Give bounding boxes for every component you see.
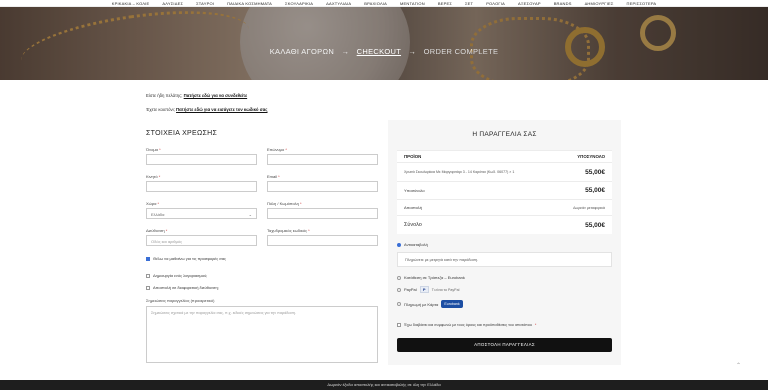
nav-item[interactable]: ΒΕΡΕΣ: [438, 1, 452, 6]
first-name-label: Όνομα *: [146, 147, 161, 152]
eurobank-logo-icon: Eurobank: [441, 300, 463, 308]
order-item-row: Χρυσά Σκουλαρίκια Με Μαργαριτάρι 3 - 14 …: [397, 162, 612, 181]
address-label: Διεύθυνση *: [146, 228, 168, 233]
payment-card-option[interactable]: Πληρωμή με Κάρτα Eurobank: [397, 300, 463, 308]
order-table-header: ΠΡΟΪΟΝ ΥΠΟΣΥΝΟΛΟ: [397, 150, 612, 162]
nav-item[interactable]: BRANDS: [554, 1, 572, 6]
city-label: Πόλη / Κωμόπολη *: [267, 201, 302, 206]
arrow-right-icon: →: [341, 47, 350, 56]
login-link[interactable]: Πατήστε εδώ για να συνδεθείτε: [184, 93, 247, 98]
mobile-field[interactable]: [146, 181, 257, 192]
breadcrumb-cart[interactable]: ΚΑΛΑΘΙ ΑΓΟΡΩΝ: [270, 47, 334, 56]
required-marker: *: [534, 323, 537, 327]
radio-icon: [397, 287, 401, 292]
order-notes-textarea[interactable]: Σημειώσεις σχετικά με την παραγγελία σας…: [146, 306, 378, 363]
last-name-label: Επώνυμο *: [267, 147, 287, 152]
coupon-link[interactable]: Πατήστε εδώ για να εισάγετε τον κωδικό σ…: [176, 107, 267, 112]
checkout-breadcrumb: ΚΑΛΑΘΙ ΑΓΟΡΩΝ → CHECKOUT → ORDER COMPLET…: [0, 47, 768, 56]
total-row: Σύνολο 55,00€: [397, 215, 612, 234]
country-select[interactable]: Ελλάδα ⌄: [146, 208, 257, 219]
checkbox-checked-icon: [146, 256, 150, 261]
postcode-label: Ταχυδρομικός κωδικός *: [267, 228, 310, 233]
shipping-info-bar: Δωρεάν έξοδα αποστολής και αντικαταβολής…: [0, 380, 768, 390]
order-item-price: 55,00€: [585, 168, 605, 176]
shipping-label: Αποστολή: [404, 205, 422, 210]
terms-checkbox[interactable]: Έχω διαβάσει και συμφωνώ με τους όρους κ…: [397, 323, 536, 327]
checkbox-icon: [146, 285, 150, 290]
checkbox-icon: [146, 273, 150, 278]
subtotal-row: Υποσύνολο 55,00€: [397, 181, 612, 199]
breadcrumb-order-complete: ORDER COMPLETE: [423, 47, 499, 56]
login-notice: Είστε ήδη πελάτης; Πατήστε εδώ για να συ…: [146, 93, 247, 98]
postcode-field[interactable]: [267, 235, 378, 246]
payment-paypal-option[interactable]: PayPal P Τι είναι το PayPal: [397, 286, 459, 293]
nav-item[interactable]: ΑΛΥΣΙΔΕΣ: [162, 1, 183, 6]
chevron-down-icon: ⌄: [248, 212, 252, 217]
total-label: Σύνολο: [404, 222, 422, 228]
nav-item[interactable]: ΣΕΤ: [465, 1, 473, 6]
nav-item[interactable]: ΣΤΑΥΡΟΙ: [196, 1, 214, 6]
nav-item[interactable]: ΔΑΧΤΥΛΙΔΙΑ: [326, 1, 351, 6]
breadcrumb-checkout[interactable]: CHECKOUT: [357, 47, 401, 56]
country-value: Ελλάδα: [151, 212, 165, 217]
email-field[interactable]: [267, 181, 378, 192]
payment-cod-description: Πληρώνετε με μετρητά κατά την παράδοση.: [397, 252, 612, 267]
terms-label: Έχω διαβάσει και συμφωνώ με τους όρους κ…: [404, 323, 532, 327]
order-item-name: Χρυσά Σκουλαρίκια Με Μαργαριτάρι 3 - 14 …: [404, 170, 515, 174]
payment-card-label: Πληρωμή με Κάρτα: [404, 301, 439, 307]
last-name-field[interactable]: [267, 154, 378, 165]
login-notice-text: Είστε ήδη πελάτης;: [146, 93, 183, 98]
subtotal-column-header: ΥΠΟΣΥΝΟΛΟ: [577, 154, 605, 159]
nav-item[interactable]: ΒΡΑΧΙΟΛΙΑ: [364, 1, 387, 6]
product-column-header: ΠΡΟΪΟΝ: [404, 154, 422, 159]
nav-item[interactable]: ΣΚΟΥΛΑΡΙΚΙΑ: [285, 1, 313, 6]
create-account-checkbox[interactable]: Δημιουργία ενός λογαριασμού;: [146, 273, 207, 278]
first-name-field[interactable]: [146, 154, 257, 165]
shipping-value: Δωρεάν μεταφορικά: [573, 205, 605, 210]
nav-item[interactable]: ΚΡΙΚΑΚΙΑ – ΚΟΛΙΕ: [112, 1, 150, 6]
city-field[interactable]: [267, 208, 378, 219]
top-navigation: ΚΡΙΚΑΚΙΑ – ΚΟΛΙΕ ΑΛΥΣΙΔΕΣ ΣΤΑΥΡΟΙ ΠΑΙΔΙΚΑ Κ…: [0, 0, 768, 7]
coupon-notice: Έχετε κουπόνι; Πατήστε εδώ για να εισάγε…: [146, 107, 268, 112]
payment-cod-option[interactable]: Αντικαταβολή: [397, 242, 428, 247]
billing-title: ΣΤΟΙΧΕΙΑ ΧΡΕΩΣΗΣ: [146, 130, 218, 137]
nav-item[interactable]: ΠΑΙΔΙΚΑ ΚΟΣΜΗΜΑΤΑ: [227, 1, 272, 6]
coupon-notice-text: Έχετε κουπόνι;: [146, 107, 175, 112]
order-title: Η ΠΑΡΑΓΓΕΛΙΑ ΣΑΣ: [472, 131, 537, 138]
radio-icon: [397, 302, 401, 306]
payment-cod-label: Αντικαταβολή: [404, 242, 428, 247]
place-order-button[interactable]: ΑΠΟΣΤΟΛΗ ΠΑΡΑΓΓΕΛΙΑΣ: [397, 338, 612, 352]
order-notes-label: Σημειώσεις παραγγελίας (προαιρετικό): [146, 298, 215, 303]
back-to-top-icon[interactable]: ⌃: [736, 362, 741, 369]
paypal-info-link[interactable]: Τι είναι το PayPal: [432, 288, 460, 292]
subtotal-value: 55,00€: [585, 187, 605, 194]
country-label: Χώρα *: [146, 201, 160, 206]
total-value: 55,00€: [585, 221, 605, 229]
payment-bank-label: Κατάθεση σε Τράπεζα – Eurobank: [404, 275, 465, 280]
subtotal-label: Υποσύνολο: [404, 188, 425, 193]
nav-item[interactable]: ΔΗΜΙΟΥΡΓΙΕΣ: [585, 1, 614, 6]
arrow-right-icon: →: [408, 47, 417, 56]
shipping-row: Αποστολή Δωρεάν μεταφορικά: [397, 199, 612, 215]
address-field[interactable]: Οδός και αριθμός: [146, 235, 257, 246]
payment-bank-option[interactable]: Κατάθεση σε Τράπεζα – Eurobank: [397, 275, 465, 280]
email-label: Email *: [267, 174, 280, 179]
ship-different-label: Αποστολή σε διαφορετική διεύθυνση;: [153, 285, 219, 290]
mobile-label: Κινητό *: [146, 174, 161, 179]
create-account-label: Δημιουργία ενός λογαριασμού;: [153, 273, 208, 278]
newsletter-label: Θέλω να μαθαίνω για τις προσφορές σας: [153, 256, 226, 261]
radio-selected-icon: [397, 242, 401, 247]
radio-icon: [397, 275, 401, 280]
nav-item[interactable]: ΑΞΕΣΟΥΑΡ: [518, 1, 541, 6]
nav-item[interactable]: ΡΟΛΟΓΙΑ: [486, 1, 505, 6]
ship-different-checkbox[interactable]: Αποστολή σε διαφορετική διεύθυνση;: [146, 285, 219, 290]
nav-item[interactable]: ΠΕΡΙΣΣΟΤΕΡΑ: [627, 1, 657, 6]
hero-banner: ΚΑΛΑΘΙ ΑΓΟΡΩΝ → CHECKOUT → ORDER COMPLET…: [0, 7, 768, 80]
checkbox-icon: [397, 323, 401, 327]
hero-overlay: [0, 7, 768, 80]
paypal-logo-icon: P: [419, 286, 429, 293]
newsletter-checkbox[interactable]: Θέλω να μαθαίνω για τις προσφορές σας: [146, 256, 226, 261]
nav-item[interactable]: ΜΕΝΤΑΓΙΟΝ: [400, 1, 425, 6]
payment-paypal-label: PayPal: [404, 287, 417, 292]
